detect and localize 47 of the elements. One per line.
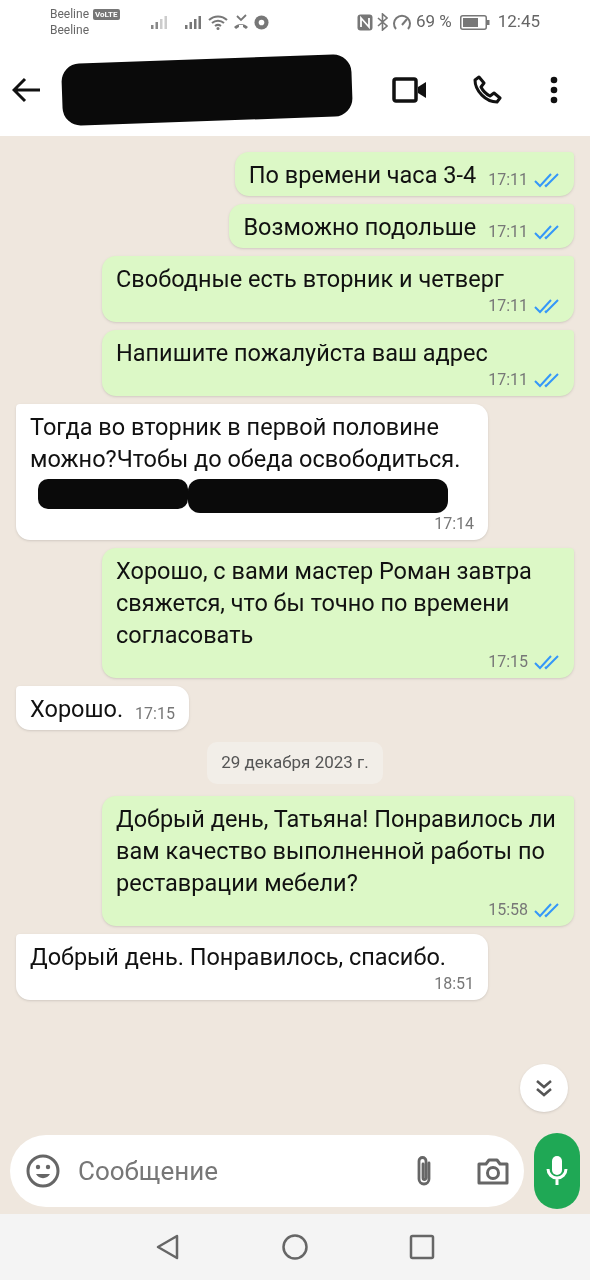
message-text: Напишите пожалуйста ваш адрес (116, 339, 488, 367)
microphone-button[interactable] (534, 1133, 580, 1209)
bluetooth-icon (376, 13, 388, 31)
video-call-icon[interactable] (392, 76, 428, 104)
message-text: Тогда во вторник в первой половине можно?Чтобы до обеда освободиться. (30, 413, 461, 473)
double-chevron-icon (534, 1078, 554, 1098)
date-label: 29 декабря 2023 г. (207, 742, 383, 784)
message-input[interactable]: Сообщение (78, 1151, 412, 1191)
message-time: 17:11 (488, 370, 528, 389)
battery-icon (459, 14, 490, 30)
message-text: Свободные есть вторник и четверг (116, 265, 504, 293)
speedometer-icon (391, 13, 412, 31)
message-time: 17:15 (135, 704, 175, 723)
more-icon[interactable] (550, 76, 558, 104)
message-text: Хорошо, с вами мастер Роман завтра свяжется, что бы точно по времени согласовать (116, 557, 532, 649)
microphone-icon (545, 1154, 569, 1188)
carrier-name: Beeline (50, 22, 91, 38)
message-field[interactable]: Сообщение (10, 1135, 524, 1207)
phone-icon[interactable] (472, 75, 502, 105)
message-text: Возможно подольше (243, 213, 477, 241)
clock: 12:45 (497, 10, 540, 34)
wifi-icon (207, 14, 228, 30)
message-text: По времени часа 3-4 (248, 161, 477, 189)
message-time: 15:58 (488, 899, 528, 919)
battery-percent: 69 % (415, 10, 452, 34)
message-time: 17:11 (488, 170, 528, 189)
recents-nav-icon[interactable] (409, 1234, 435, 1260)
message-text: Добрый день, Татьяна! Понравилось ли вам качество выполненной работы по реставрации мебели? (116, 804, 556, 897)
volte-badge: VoLTE (93, 8, 120, 20)
carrier-name: Beeline (50, 6, 90, 22)
signal-icon (149, 14, 170, 30)
scroll-down-button[interactable] (520, 1064, 568, 1112)
back-icon[interactable] (12, 77, 42, 103)
browser-icon (253, 14, 269, 30)
message-text: Добрый день. Понравилось, спасибо. (30, 942, 446, 971)
back-nav-icon[interactable] (155, 1233, 181, 1261)
nfc-icon (356, 13, 373, 31)
signal-icon (183, 14, 204, 30)
message-time: 17:14 (434, 514, 474, 533)
emoji-icon[interactable] (26, 1154, 60, 1188)
message-text: Хорошо. (30, 695, 124, 723)
message-time: 17:11 (488, 222, 528, 241)
camera-icon[interactable] (476, 1156, 510, 1186)
message-time: 18:51 (434, 973, 474, 993)
home-nav-icon[interactable] (281, 1233, 309, 1261)
message-time: 17:11 (488, 296, 528, 315)
message-time: 17:15 (488, 652, 528, 671)
